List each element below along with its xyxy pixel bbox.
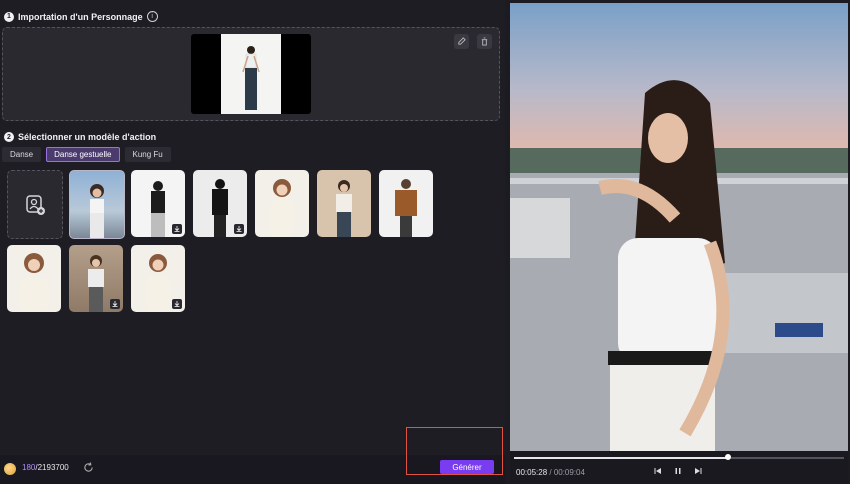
add-person-icon	[26, 194, 45, 215]
video-preview[interactable]	[510, 3, 848, 451]
dancer-figure	[395, 179, 417, 237]
credits-counter: 180/2193700	[22, 463, 69, 472]
character-upload-zone[interactable]	[2, 27, 500, 121]
total-time: 00:09:04	[553, 468, 585, 477]
edit-button[interactable]	[454, 34, 469, 49]
download-icon[interactable]	[234, 224, 244, 234]
template-thumbnail-6[interactable]	[379, 170, 433, 237]
dancer-figure	[19, 253, 49, 312]
template-thumbnail-3[interactable]	[193, 170, 247, 237]
download-icon[interactable]	[172, 224, 182, 234]
seek-fill	[514, 457, 729, 459]
tab-kung-fu[interactable]: Kung Fu	[124, 147, 171, 162]
current-time: 00:05:28	[516, 468, 548, 477]
step-1-number: 1	[4, 11, 14, 22]
step-2-number: 2	[4, 132, 14, 142]
highlight-box	[406, 427, 503, 475]
tab-danse-gestuelle[interactable]: Danse gestuelle	[46, 147, 120, 162]
video-frame	[510, 3, 848, 451]
step-back-icon	[654, 468, 661, 474]
pencil-icon	[458, 37, 466, 45]
credits-current: 180	[22, 463, 36, 472]
template-thumbnail-8[interactable]	[69, 245, 123, 312]
template-thumbnail-7[interactable]	[7, 245, 61, 312]
dancer-figure	[336, 180, 352, 237]
template-thumbnail-2[interactable]	[131, 170, 185, 237]
download-icon[interactable]	[172, 299, 182, 309]
step-forward-button[interactable]	[693, 466, 703, 476]
credits-total: 2193700	[37, 463, 69, 472]
seek-bar[interactable]	[514, 454, 844, 460]
seek-handle[interactable]	[725, 454, 732, 460]
step-2-title: Sélectionner un modèle d'action	[18, 132, 157, 142]
step-1-title: Importation d'un Personnage	[18, 11, 143, 22]
character-figure	[242, 46, 260, 110]
step-forward-icon	[695, 468, 702, 474]
coin-icon	[4, 463, 16, 475]
dancer-figure	[270, 179, 294, 237]
left-panel: 1 Importation d'un Personnage i 2 Sélect…	[0, 0, 505, 484]
info-icon[interactable]: i	[146, 11, 158, 22]
upload-template-button[interactable]	[7, 170, 63, 239]
step-back-button[interactable]	[653, 466, 663, 476]
video-player-controls: 00:05:28 / 00:09:04	[510, 451, 848, 484]
template-thumbnail-5[interactable]	[317, 170, 371, 237]
character-preview	[191, 34, 311, 114]
template-thumbnail-1[interactable]	[69, 170, 125, 239]
refresh-icon[interactable]	[83, 462, 94, 473]
download-icon[interactable]	[110, 299, 120, 309]
tab-danse[interactable]: Danse	[2, 147, 42, 162]
time-separator: /	[547, 468, 554, 477]
trash-icon	[481, 37, 488, 46]
pause-button[interactable]	[673, 466, 683, 476]
template-thumbnail-9[interactable]	[131, 245, 185, 312]
template-thumbnail-4[interactable]	[255, 170, 309, 237]
pause-icon	[675, 468, 681, 474]
action-category-tabs: Danse Danse gestuelle Kung Fu	[2, 147, 171, 162]
time-display: 00:05:28 / 00:09:04	[516, 468, 585, 477]
delete-button[interactable]	[477, 34, 492, 49]
dancer-figure	[90, 184, 104, 238]
step-1-heading: 1 Importation d'un Personnage i	[4, 11, 158, 22]
step-2-heading: 2 Sélectionner un modèle d'action	[4, 132, 156, 142]
